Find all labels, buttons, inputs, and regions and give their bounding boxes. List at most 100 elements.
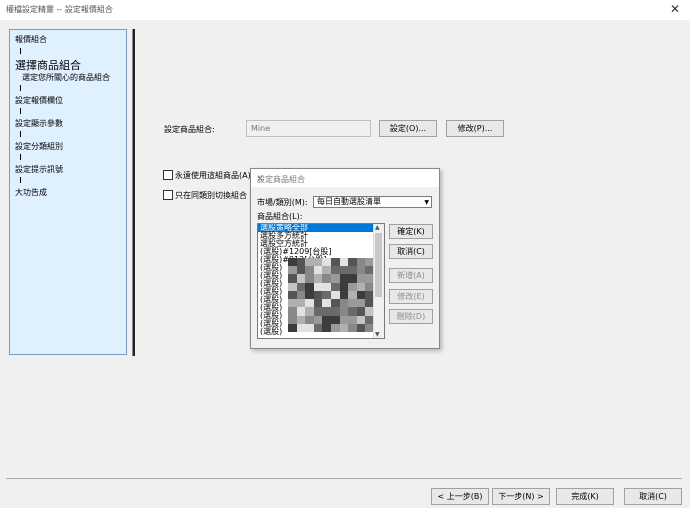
- mosaic-cell: [356, 282, 366, 291]
- step-done: 大功告成: [15, 188, 47, 197]
- mosaic-cell: [305, 282, 314, 291]
- step-connector: [20, 131, 21, 137]
- mosaic-cell: [288, 290, 297, 300]
- mosaic-cell: [339, 307, 349, 316]
- mosaic-cell: [322, 307, 331, 316]
- mosaic-cell: [313, 274, 323, 283]
- step-connector: [20, 154, 21, 160]
- vertical-divider: [132, 29, 135, 356]
- mosaic-cell: [348, 323, 357, 332]
- mosaic-cell: [356, 290, 366, 300]
- mosaic-cell: [331, 315, 340, 324]
- mosaic-cell: [331, 274, 340, 283]
- mosaic-cell: [322, 299, 331, 308]
- mosaic-cell: [339, 323, 349, 332]
- mosaic-cell: [313, 282, 323, 291]
- mosaic-cell: [348, 266, 357, 275]
- prev-button[interactable]: < 上一步(B): [431, 488, 489, 505]
- mosaic-cell: [296, 307, 306, 316]
- mosaic-cell: [322, 274, 331, 283]
- step-connector: [20, 108, 21, 114]
- mosaic-cell: [296, 274, 306, 283]
- redacted-mosaic: [288, 258, 374, 332]
- modify-button[interactable]: 修改(P)...: [446, 120, 504, 137]
- mosaic-cell: [313, 307, 323, 316]
- step-display-params: 設定顯示參數: [15, 119, 63, 128]
- market-select[interactable]: 每日自動選股清單 ▼: [313, 196, 432, 208]
- mosaic-cell: [313, 290, 323, 300]
- mosaic-cell: [356, 274, 366, 283]
- mosaic-cell: [348, 307, 357, 316]
- window-title: 權檔設定精靈 -- 設定報價組合: [6, 5, 113, 14]
- cancel-wizard-button[interactable]: 取消(C): [624, 488, 682, 505]
- mosaic-cell: [313, 323, 323, 332]
- mosaic-cell: [296, 299, 306, 308]
- mosaic-cell: [348, 258, 357, 267]
- step-connector: [20, 48, 21, 54]
- mosaic-cell: [296, 290, 306, 300]
- add-button[interactable]: 新增(A): [389, 268, 433, 283]
- mosaic-cell: [296, 323, 306, 332]
- only-switch-checkbox[interactable]: [163, 190, 173, 200]
- mosaic-cell: [296, 266, 306, 275]
- list-scrollbar[interactable]: ▲ ▼: [373, 224, 384, 338]
- dialog-title-bar: 設定商品組合 ✕: [251, 169, 439, 187]
- mosaic-cell: [288, 315, 297, 324]
- always-use-checkbox[interactable]: [163, 170, 173, 180]
- mosaic-cell: [356, 323, 366, 332]
- ok-button[interactable]: 確定(K): [389, 224, 433, 239]
- set-button[interactable]: 設定(O)...: [379, 120, 437, 137]
- mosaic-cell: [322, 323, 331, 332]
- mosaic-cell: [305, 290, 314, 300]
- step-category-groups: 設定分類組別: [15, 142, 63, 151]
- footer-divider: [6, 478, 682, 479]
- mosaic-cell: [348, 290, 357, 300]
- step-select-product-group: 選擇商品組合: [15, 59, 81, 72]
- market-label: 市場/類別(M):: [257, 198, 308, 207]
- edit-button[interactable]: 修改(E): [389, 289, 433, 304]
- mosaic-cell: [339, 258, 349, 267]
- mosaic-cell: [339, 266, 349, 275]
- mosaic-cell: [288, 323, 297, 332]
- next-button[interactable]: 下一步(N) >: [492, 488, 550, 505]
- scrollbar-thumb[interactable]: [375, 233, 382, 297]
- mosaic-cell: [305, 323, 314, 332]
- step-connector: [20, 177, 21, 183]
- mosaic-cell: [331, 258, 340, 267]
- step-quote-group: 報價組合: [15, 35, 47, 44]
- mosaic-cell: [348, 282, 357, 291]
- step-alert-signals: 設定提示訊號: [15, 165, 63, 174]
- scroll-up-icon[interactable]: ▲: [375, 224, 380, 231]
- mosaic-cell: [305, 299, 314, 308]
- mosaic-cell: [296, 258, 306, 267]
- close-icon[interactable]: ✕: [670, 2, 680, 16]
- mosaic-cell: [322, 282, 331, 291]
- mosaic-cell: [313, 258, 323, 267]
- mosaic-cell: [305, 315, 314, 324]
- mosaic-cell: [339, 274, 349, 283]
- mosaic-cell: [348, 274, 357, 283]
- mosaic-cell: [313, 266, 323, 275]
- dialog-close-icon[interactable]: ✕: [257, 174, 433, 183]
- mosaic-cell: [339, 282, 349, 291]
- product-group-list[interactable]: 選股策略全部 選股多方統計 選股空方統計 (選股)#1209[台股] (選股)#…: [257, 223, 385, 339]
- delete-button[interactable]: 刪除(D): [389, 309, 433, 324]
- mosaic-cell: [356, 307, 366, 316]
- mosaic-cell: [288, 282, 297, 291]
- scroll-down-icon[interactable]: ▼: [375, 331, 380, 338]
- mosaic-cell: [348, 299, 357, 308]
- cancel-button[interactable]: 取消(C): [389, 244, 433, 259]
- mosaic-cell: [322, 315, 331, 324]
- mosaic-cell: [322, 290, 331, 300]
- group-label: 商品組合(L):: [257, 212, 303, 221]
- mosaic-cell: [331, 282, 340, 291]
- mosaic-cell: [288, 258, 297, 267]
- mosaic-cell: [288, 299, 297, 308]
- finish-button[interactable]: 完成(K): [556, 488, 614, 505]
- mosaic-cell: [322, 258, 331, 267]
- mosaic-cell: [356, 266, 366, 275]
- market-select-value: 每日自動選股清單: [317, 197, 381, 206]
- mosaic-cell: [288, 274, 297, 283]
- mosaic-cell: [339, 315, 349, 324]
- mosaic-cell: [288, 307, 297, 316]
